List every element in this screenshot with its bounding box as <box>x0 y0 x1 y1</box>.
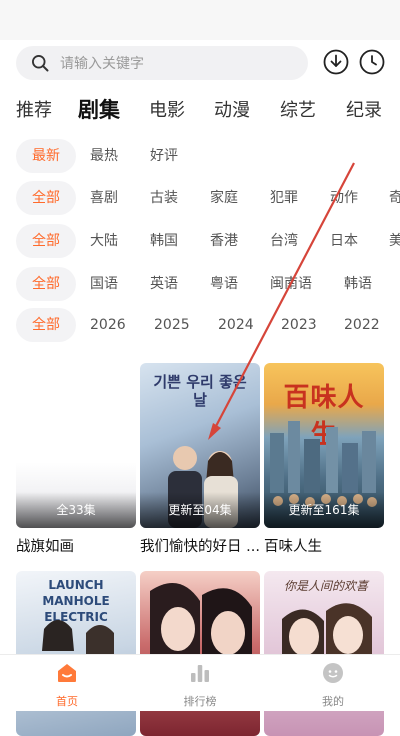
filter-genre-more[interactable]: 奇 <box>389 181 400 215</box>
download-icon <box>323 49 349 75</box>
filter-lang-mandarin[interactable]: 国语 <box>90 267 118 301</box>
nav-label: 首页 <box>56 695 78 708</box>
filter-lang-cantonese[interactable]: 粤语 <box>210 267 238 301</box>
filter-region-taiwan[interactable]: 台湾 <box>270 224 298 258</box>
filter-lang-minnan[interactable]: 闽南语 <box>270 267 312 301</box>
nav-label: 排行榜 <box>183 695 217 708</box>
filter-genre-action[interactable]: 动作 <box>330 181 358 215</box>
filter-genre-costume[interactable]: 古装 <box>150 181 178 215</box>
filter-lang-korean[interactable]: 韩语 <box>344 267 372 301</box>
filter-year-2022[interactable]: 2022 <box>344 308 380 342</box>
poster-image: 기쁜 우리 좋은 날 更新至04集 <box>140 363 260 528</box>
filter-year-2024[interactable]: 2024 <box>218 308 254 342</box>
home-icon <box>58 664 76 682</box>
drama-card[interactable]: 기쁜 우리 좋은 날 更新至04集 我们愉快的好日 ... <box>140 363 260 556</box>
filter-lang-english[interactable]: 英语 <box>150 267 178 301</box>
download-button[interactable] <box>323 49 349 75</box>
history-button[interactable] <box>359 49 385 75</box>
poster-image: 百味人生 更新至161集 <box>264 363 384 528</box>
card-title: 战旗如画 <box>16 539 74 555</box>
card-title: 我们愉快的好日 ... <box>140 539 260 555</box>
filter-lang-all[interactable]: 全部 <box>16 267 76 301</box>
tab-anime[interactable]: 动漫 <box>214 96 250 122</box>
language-filter-row: 全部 国语 英语 粤语 闽南语 韩语 <box>0 267 400 303</box>
filter-region-mainland[interactable]: 大陆 <box>90 224 118 258</box>
nav-ranking[interactable]: 排行榜 <box>160 661 240 709</box>
tab-series[interactable]: 剧集 <box>78 96 120 124</box>
search-placeholder: 请输入关键字 <box>60 56 144 72</box>
filter-region-hongkong[interactable]: 香港 <box>210 224 238 258</box>
tab-movies[interactable]: 电影 <box>149 96 185 122</box>
filter-year-all[interactable]: 全部 <box>16 308 76 342</box>
filter-region-more[interactable]: 美 <box>389 224 400 258</box>
filter-sort-top-rated[interactable]: 好评 <box>150 139 178 173</box>
drama-card[interactable]: 全33集 战旗如画 <box>16 363 136 556</box>
tab-documentary[interactable]: 纪录 <box>346 96 382 122</box>
nav-home[interactable]: 首页 <box>27 661 107 709</box>
episode-count: 全33集 <box>16 492 136 528</box>
poster-image: 全33集 <box>16 363 136 528</box>
filter-genre-comedy[interactable]: 喜剧 <box>90 181 118 215</box>
filter-year-2025[interactable]: 2025 <box>154 308 190 342</box>
genre-filter-row: 全部 喜剧 古装 家庭 犯罪 动作 奇 <box>0 181 400 217</box>
filter-year-2026[interactable]: 2026 <box>90 308 126 342</box>
card-title: 百味人生 <box>264 539 322 555</box>
year-filter-row: 全部 2026 2025 2024 2023 2022 <box>0 308 400 344</box>
bottom-nav: 首页 排行榜 我的 <box>0 654 400 711</box>
filter-genre-all[interactable]: 全部 <box>16 181 76 215</box>
filter-genre-family[interactable]: 家庭 <box>210 181 238 215</box>
search-icon <box>32 55 49 72</box>
filter-region-japan[interactable]: 日本 <box>330 224 358 258</box>
profile-icon <box>323 663 343 683</box>
filter-region-korea[interactable]: 韩国 <box>150 224 178 258</box>
clock-icon <box>359 49 385 75</box>
episode-count: 更新至04集 <box>140 492 260 528</box>
category-tabs: 推荐 剧集 电影 动漫 综艺 纪录 <box>0 96 400 124</box>
episode-count: 更新至161集 <box>264 492 384 528</box>
filter-sort-latest[interactable]: 最新 <box>16 139 76 173</box>
nav-label: 我的 <box>322 695 344 708</box>
filter-genre-crime[interactable]: 犯罪 <box>270 181 298 215</box>
status-bar <box>0 0 400 40</box>
sort-filter-row: 最新 最热 好评 <box>0 139 400 175</box>
nav-profile[interactable]: 我的 <box>293 661 373 709</box>
region-filter-row: 全部 大陆 韩国 香港 台湾 日本 美 <box>0 224 400 260</box>
tab-recommend[interactable]: 推荐 <box>16 96 52 122</box>
drama-card[interactable]: 百味人生 更新至161集 百味人生 <box>264 363 384 556</box>
search-box[interactable]: 请输入关键字 <box>16 46 308 80</box>
tab-variety[interactable]: 综艺 <box>280 96 316 122</box>
chart-icon <box>191 665 209 682</box>
filter-region-all[interactable]: 全部 <box>16 224 76 258</box>
filter-sort-hottest[interactable]: 最热 <box>90 139 118 173</box>
filter-year-2023[interactable]: 2023 <box>281 308 317 342</box>
